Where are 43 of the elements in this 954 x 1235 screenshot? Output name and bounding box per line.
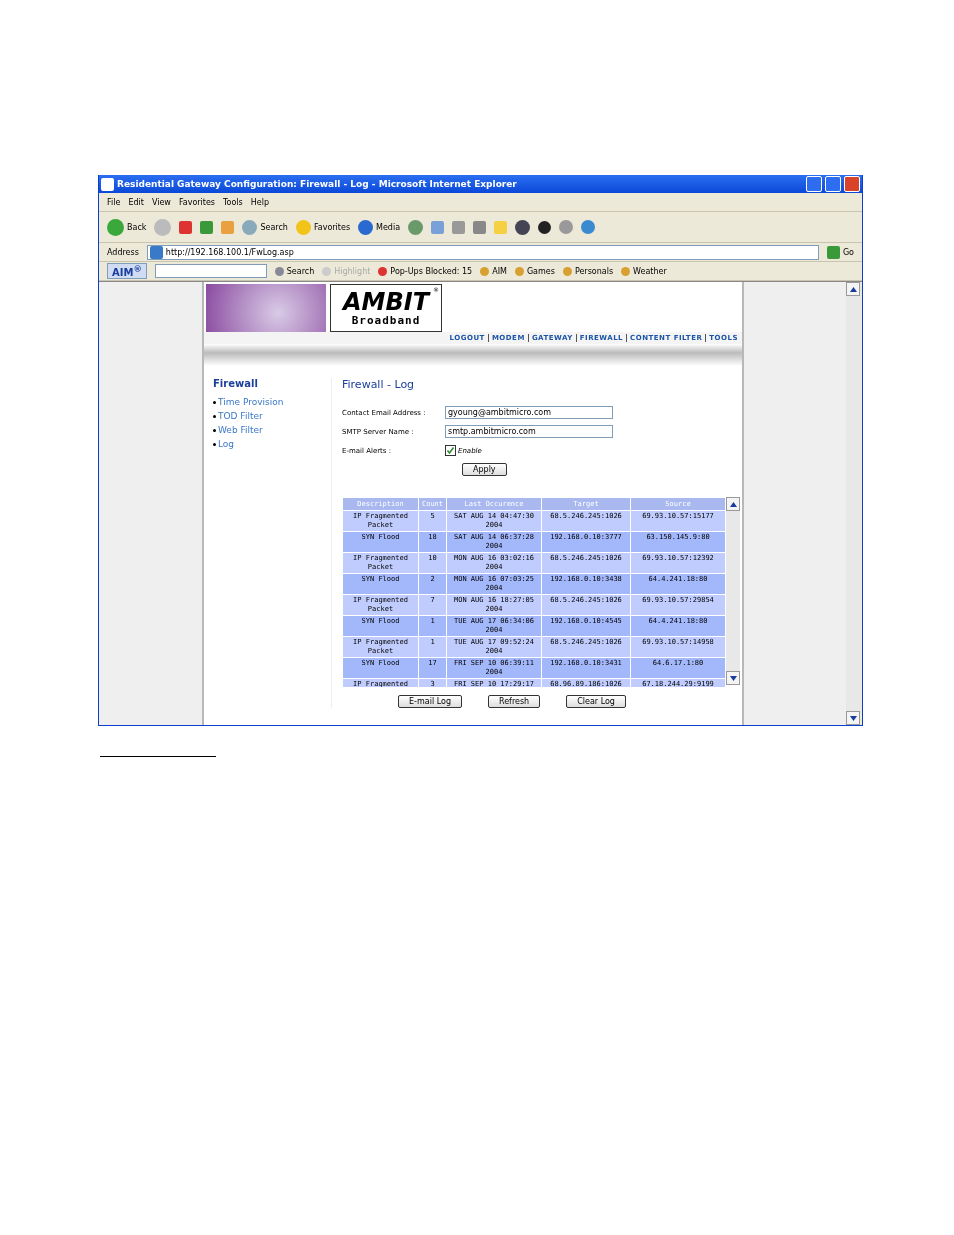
toolbar-item[interactable]: Weather [621,266,667,276]
sidebar-link[interactable]: Log [213,439,331,449]
input-field[interactable]: gyoung@ambitmicro.com [445,406,613,419]
toolbar-item[interactable]: Pop-Ups Blocked: 15 [378,266,473,276]
address-field[interactable]: http://192.168.100.1/FwLog.asp [146,244,819,260]
search-button[interactable]: Search [242,219,288,235]
search-field[interactable] [154,264,267,278]
favorites-button[interactable]: Favorites [295,219,351,235]
action-button[interactable]: Clear Log [566,695,626,708]
window-title: Residential Gateway Configuration: Firewall - Log - Microsoft Internet Explorer [117,179,518,189]
menu-item[interactable]: Help [250,197,269,207]
menu-item[interactable]: View [151,197,171,207]
toolbar-item[interactable]: Personals [562,266,614,276]
menu-item[interactable]: File [107,197,121,207]
toolbar-item[interactable]: AIM [480,266,507,276]
down-arrow-icon [729,675,737,681]
close-button[interactable] [844,176,860,192]
scrollbar[interactable] [846,282,860,725]
sidebar-link[interactable]: TOD Filter [213,411,331,421]
menu-item[interactable]: Favorites [178,197,215,207]
sidebar-link[interactable]: Time Provision [213,397,331,407]
up-arrow-icon [729,501,737,507]
aim-button[interactable]: AIM$^{®}$ [107,262,147,280]
minimize-button[interactable] [806,176,822,192]
toolbar-item[interactable]: Games [514,266,555,276]
menu-item[interactable]: Tools [223,197,243,207]
sidebar-title: Firewall [213,378,259,389]
action-button[interactable]: Refresh [487,695,541,708]
apply-button[interactable]: Apply [462,463,507,476]
action-button[interactable]: E-mail Log [398,695,462,708]
input-field[interactable]: smtp.ambitmicro.com [445,425,613,438]
search-button[interactable]: Search [274,266,315,276]
down-arrow-icon [849,715,857,721]
page-heading: Firewall - Log [342,378,416,391]
maximize-button[interactable] [825,176,841,192]
checkbox[interactable] [445,445,456,456]
scrollbar[interactable] [726,497,740,685]
back-button[interactable]: Back [107,218,147,236]
sidebar-link[interactable]: Web Filter [213,425,331,435]
address-label: Address [107,247,139,257]
media-button[interactable]: Media [358,219,401,235]
up-arrow-icon [849,286,857,292]
menu-item[interactable]: Edit [128,197,144,207]
